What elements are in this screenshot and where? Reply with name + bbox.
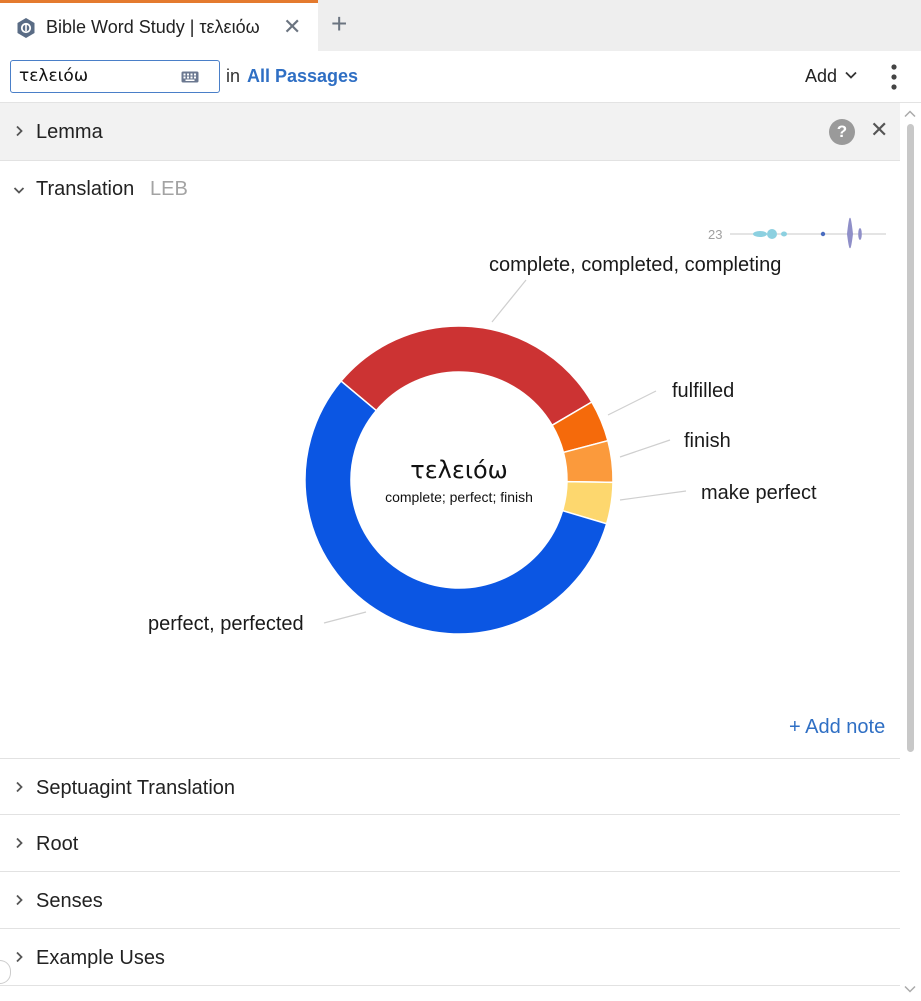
- section-translation[interactable]: Translation LEB: [0, 162, 900, 214]
- slice-label: complete, completed, completing: [489, 254, 781, 276]
- section-lemma[interactable]: Lemma ? ✕: [0, 103, 900, 161]
- all-passages-link[interactable]: All Passages: [247, 66, 358, 87]
- section-label: Root: [36, 833, 79, 855]
- section-label: Senses: [36, 890, 103, 912]
- section-septuagint-translation[interactable]: Septuagint Translation: [0, 758, 900, 815]
- section-senses[interactable]: Senses: [0, 872, 900, 929]
- tab-bible-word-study[interactable]: Bible Word Study | τελειόω ✕: [0, 0, 318, 51]
- add-menu-button[interactable]: Add: [805, 66, 837, 87]
- tab-title: Bible Word Study | τελειόω: [46, 17, 260, 37]
- translation-version: LEB: [150, 178, 188, 200]
- slice-label: make perfect: [701, 482, 817, 504]
- search-box[interactable]: [10, 60, 220, 93]
- slice-label: perfect, perfected: [148, 613, 304, 635]
- section-root[interactable]: Root: [0, 815, 900, 872]
- chevron-right-icon: [16, 894, 23, 906]
- slice-leader-line: [323, 611, 367, 624]
- scroll-up-icon[interactable]: [904, 110, 916, 118]
- section-label: Example Uses: [36, 947, 165, 969]
- help-icon[interactable]: ?: [829, 119, 855, 145]
- in-label: in: [226, 66, 241, 86]
- chart-center-title: τελειόω: [410, 456, 508, 484]
- tab-bar: Bible Word Study | τελειόω ✕ +: [0, 0, 921, 51]
- chevron-right-icon: [16, 125, 23, 137]
- slice-label: finish: [684, 430, 731, 452]
- search-row: in All Passages Add: [0, 51, 921, 103]
- more-options-icon[interactable]: [889, 64, 899, 90]
- logos-app-icon: [17, 18, 35, 38]
- slice-leader-line: [619, 490, 687, 501]
- slice-leader-line: [619, 439, 671, 458]
- slice-leader-line: [491, 279, 527, 323]
- section-lemma-label: Lemma: [36, 121, 103, 143]
- section-example-uses[interactable]: Example Uses: [0, 929, 900, 986]
- translation-donut-chart: complete, completed, completing fulfilled…: [148, 254, 817, 635]
- chevron-right-icon: [16, 781, 23, 793]
- section-translation-label: Translation: [36, 178, 135, 200]
- donut-slice[interactable]: [339, 325, 593, 427]
- scrollbar-thumb[interactable]: [907, 124, 914, 752]
- keyboard-icon[interactable]: [181, 71, 199, 83]
- close-tab-icon[interactable]: ✕: [283, 14, 301, 40]
- chevron-right-icon: [16, 951, 23, 963]
- search-input[interactable]: [19, 65, 179, 87]
- add-note-link[interactable]: + Add note: [789, 716, 885, 739]
- chart-center-subtitle: complete; perfect; finish: [385, 489, 533, 505]
- chevron-right-icon: [16, 837, 23, 849]
- chevron-down-icon[interactable]: [845, 71, 857, 79]
- scroll-down-icon[interactable]: [904, 985, 916, 993]
- slice-label: fulfilled: [672, 380, 734, 402]
- chevron-down-icon: [13, 187, 25, 194]
- add-tab-icon[interactable]: +: [331, 8, 347, 40]
- close-section-icon[interactable]: ✕: [870, 117, 888, 143]
- slice-leader-line: [607, 390, 657, 416]
- section-label: Septuagint Translation: [36, 777, 236, 799]
